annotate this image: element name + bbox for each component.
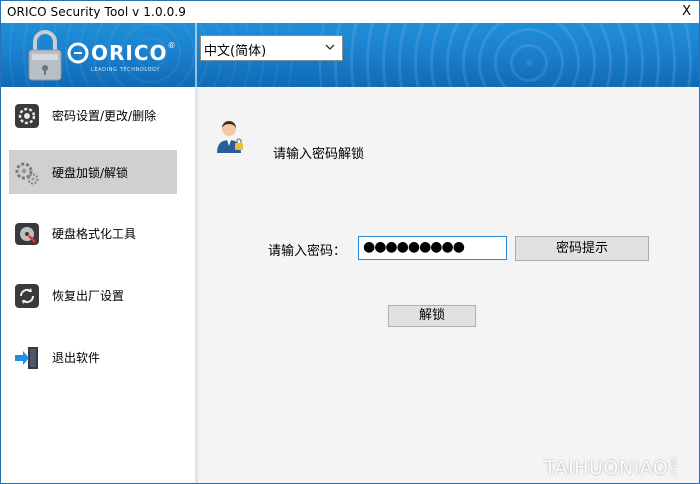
exit-icon [15, 347, 38, 369]
sidebar-item-label: 硬盘加锁/解锁 [52, 166, 129, 180]
sidebar-item-label: 退出软件 [52, 351, 101, 365]
settings-icon [15, 104, 39, 128]
window-title: ORICO Security Tool v 1.0.0.9 [7, 5, 186, 19]
sidebar-item-factory-reset[interactable]: 恢复出厂设置 [9, 273, 177, 317]
sidebar-item-disk-lock[interactable]: 硬盘加锁/解锁 [9, 150, 177, 194]
password-hint-button[interactable]: 密码提示 [515, 236, 649, 261]
sidebar-item-label: 密码设置/更改/删除 [52, 109, 157, 123]
password-label: 请输入密码： [268, 244, 347, 259]
watermark: TAIHUONIAO .COM [544, 457, 689, 479]
header-divider [195, 23, 197, 87]
user-icon [217, 121, 243, 153]
watermark-text: TAIHUONIAO [544, 457, 669, 479]
close-button[interactable]: X [682, 4, 691, 19]
sidebar-item-disk-format[interactable]: 硬盘格式化工具 [9, 211, 177, 255]
sidebar-item-password-settings[interactable]: 密码设置/更改/删除 [9, 93, 177, 137]
password-field[interactable]: ●●●●●●●●● [358, 236, 507, 260]
restore-icon [15, 284, 39, 308]
title-bar: ORICO Security Tool v 1.0.0.9 X [1, 1, 699, 23]
orico-logo: ORICO® LEADING TECHNOLOGY [67, 41, 176, 73]
main-panel: 请输入密码解锁 请输入密码： ●●●●●●●●● 密码提示 解锁 TAIHUON… [198, 87, 699, 483]
chevron-down-icon[interactable] [324, 40, 336, 54]
app-window: ORICO Security Tool v 1.0.0.9 X ORICO® L… [0, 0, 700, 484]
sidebar-item-exit[interactable]: 退出软件 [9, 335, 177, 379]
sidebar-item-label: 硬盘格式化工具 [52, 227, 137, 241]
brand-tagline: LEADING TECHNOLOGY [91, 67, 161, 73]
header-banner: ORICO® LEADING TECHNOLOGY 中文(简体) [1, 23, 699, 87]
brand-name: ORICO [91, 41, 168, 65]
sidebar: 密码设置/更改/删除 硬盘加锁/解锁 硬盘格式化工具 恢复出厂设置 退出软件 [1, 87, 198, 483]
page-title: 请输入密码解锁 [273, 147, 365, 162]
unlock-button[interactable]: 解锁 [388, 305, 476, 327]
password-value: ●●●●●●●●● [363, 239, 465, 255]
registered-mark: ® [167, 41, 176, 50]
gears-icon [15, 162, 39, 185]
language-select-value: 中文(简体) [204, 44, 267, 59]
disk-format-icon [15, 223, 39, 245]
watermark-suffix: .COM [670, 457, 679, 478]
language-select[interactable]: 中文(简体) [200, 35, 343, 61]
orico-logo-mark-icon [67, 42, 89, 64]
padlock-icon [28, 30, 62, 81]
banner-decoration [319, 23, 699, 87]
sidebar-item-label: 恢复出厂设置 [52, 289, 125, 303]
